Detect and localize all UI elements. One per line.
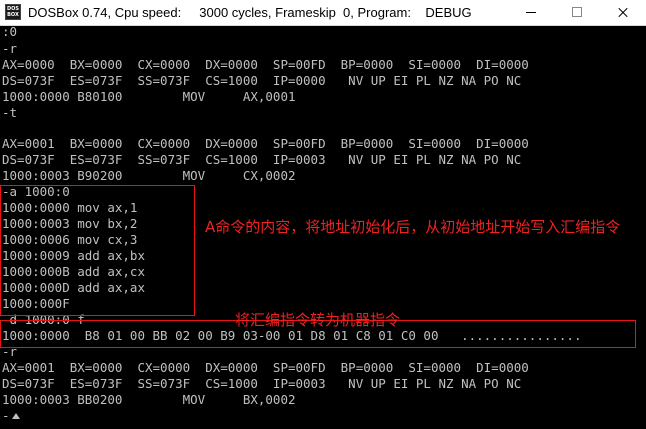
maximize-button[interactable] — [554, 0, 600, 25]
console-line: 1000:0000 B80100 MOV AX,0001 — [2, 89, 296, 104]
console-line: - — [2, 408, 10, 423]
window-title: DOSBox 0.74, Cpu speed: 3000 cycles, Fra… — [28, 5, 472, 20]
d-command-annotation: 将汇编指令转为机器指令 — [235, 311, 401, 329]
console-line: DS=073F ES=073F SS=073F CS=1000 IP=0003 … — [2, 152, 522, 167]
minimize-button[interactable] — [508, 0, 554, 25]
a-command-annotation: A命令的内容，将地址初始化后，从初始地址开始写入汇编指令 — [205, 218, 621, 236]
title-bar: DOS BOX DOSBox 0.74, Cpu speed: 3000 cyc… — [0, 0, 646, 26]
console-line: AX=0001 BX=0000 CX=0000 DX=0000 SP=00FD … — [2, 360, 529, 375]
console-line: AX=0001 BX=0000 CX=0000 DX=0000 SP=00FD … — [2, 136, 529, 151]
console-line: AX=0000 BX=0000 CX=0000 DX=0000 SP=00FD … — [2, 57, 529, 72]
dosbox-icon-label: DOS BOX — [6, 6, 19, 18]
close-button[interactable] — [600, 0, 646, 25]
mouse-cursor-icon — [12, 413, 20, 419]
console-line: DS=073F ES=073F SS=073F CS=1000 IP=0003 … — [2, 376, 522, 391]
a-command-highlight-box — [0, 185, 195, 316]
console-line: 1000:0003 BB0200 MOV BX,0002 — [2, 392, 296, 407]
console-line: :0 — [2, 25, 18, 39]
console-line: 1000:0003 B90200 MOV CX,0002 — [2, 168, 296, 183]
console-line: -t — [2, 105, 18, 120]
console-line: DS=073F ES=073F SS=073F CS=1000 IP=0000 … — [2, 73, 522, 88]
dosbox-icon: DOS BOX — [5, 4, 21, 20]
console-line: -r — [2, 41, 18, 56]
